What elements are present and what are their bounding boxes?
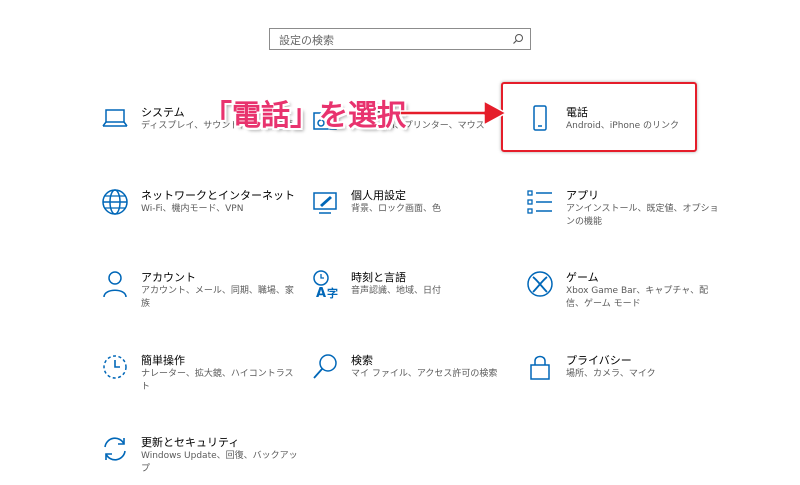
annotation-arrow-icon [400, 100, 507, 126]
tile-title: 個人用設定 [351, 189, 406, 202]
lock-icon [530, 355, 550, 380]
person-icon [103, 271, 127, 298]
tile-title: 更新とセキュリティ [141, 436, 240, 449]
tile-description: 場所、カメラ、マイク [566, 369, 656, 379]
tile-description: Xbox Game Bar、キャプチャ、配信、ゲーム モード [566, 286, 709, 309]
search-icon [513, 34, 523, 44]
tile-title: 時刻と言語 [351, 271, 406, 284]
tile-description: Wi-Fi、機内モード、VPN [141, 204, 244, 214]
svg-text:字: 字 [327, 286, 338, 299]
tile-title: アカウント [141, 271, 196, 284]
refresh-icon [104, 437, 126, 461]
tile-title: 簡単操作 [141, 354, 185, 367]
tile-description: ナレーター、拡大鏡、ハイコントラスト [141, 369, 294, 392]
tile-title: システム [141, 106, 185, 119]
ease-of-access-icon [103, 355, 127, 379]
tile-description: Windows Update、回復、バックアップ [141, 451, 298, 474]
laptop-icon [102, 109, 128, 127]
tile-title: ゲーム [566, 271, 599, 284]
tile-title: 検索 [351, 354, 373, 367]
tile-description: アンインストール、既定値、オプションの機能 [566, 204, 719, 227]
tile-description: アカウント、メール、同期、職場、家族 [141, 286, 294, 309]
tile-title: アプリ [566, 189, 599, 202]
apps-list-icon [527, 190, 552, 214]
tile-description: 背景、ロック画面、色 [351, 204, 442, 214]
xbox-icon [527, 271, 553, 297]
tile-title: ネットワークとインターネット [141, 189, 295, 202]
tile-title: プライバシー [566, 354, 632, 367]
phone-highlight-box [501, 82, 697, 152]
magnifier-icon [313, 354, 337, 379]
svg-text:A: A [316, 286, 326, 299]
settings-search-box[interactable]: 設定の検索 [269, 28, 531, 50]
time-language-icon: A 字 [313, 270, 338, 299]
select-phone-annotation: 「電話」を選択 [203, 98, 407, 132]
globe-icon [102, 189, 128, 215]
search-input[interactable]: 設定の検索 [279, 32, 334, 48]
tile-description: マイ ファイル、アクセス許可の検索 [351, 369, 498, 379]
tile-description: 音声認識、地域、日付 [351, 286, 442, 296]
paint-monitor-icon [313, 192, 337, 214]
